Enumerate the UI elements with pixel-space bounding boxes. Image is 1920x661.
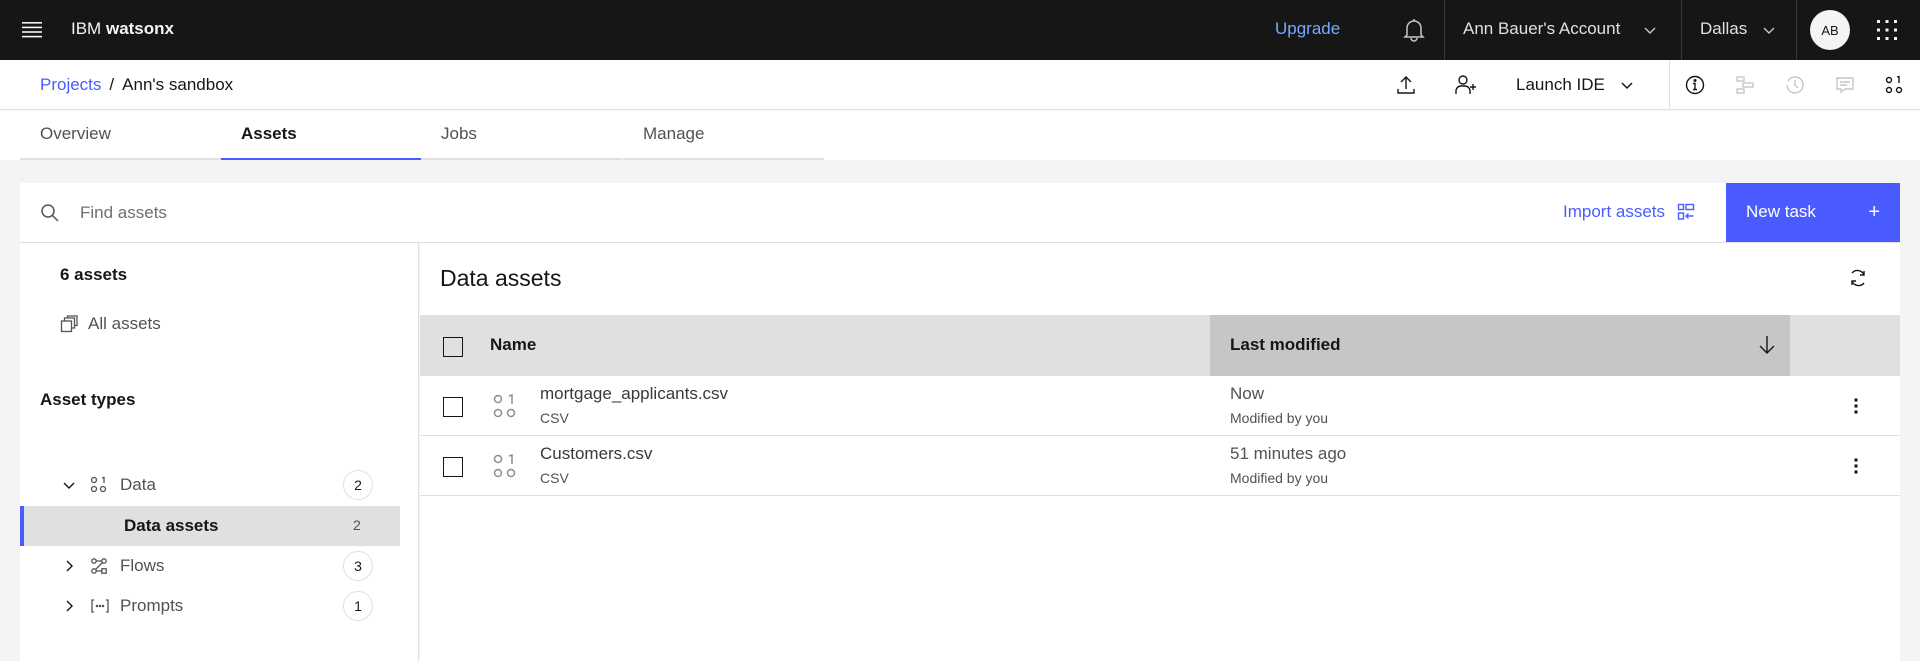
search-input[interactable] xyxy=(80,195,980,231)
modified-by: Modified by you xyxy=(1230,410,1329,426)
breadcrumb-separator: / xyxy=(109,75,115,94)
sort-descending-icon[interactable] xyxy=(1758,335,1776,355)
import-icon xyxy=(1677,203,1695,220)
tree-item-label: Prompts xyxy=(120,596,184,615)
tab-manage[interactable]: Manage xyxy=(623,111,824,160)
account-switcher[interactable]: Ann Bauer's Account xyxy=(1463,19,1620,39)
chevron-down-icon[interactable] xyxy=(1643,23,1657,37)
import-assets-label: Import assets xyxy=(1563,202,1666,221)
tree-item-label: Data xyxy=(120,475,156,494)
last-modified: Now xyxy=(1230,384,1265,403)
asset-name-link[interactable]: mortgage_applicants.csv xyxy=(540,384,728,404)
divider xyxy=(1669,60,1670,110)
count-badge: 1 xyxy=(343,591,373,621)
data-asset-icon xyxy=(493,393,516,418)
last-modified: 51 minutes ago xyxy=(1230,444,1347,463)
row-checkbox[interactable] xyxy=(443,397,463,417)
tab-jobs[interactable]: Jobs xyxy=(421,111,622,160)
count-badge: 3 xyxy=(343,551,373,581)
region-switcher[interactable]: Dallas xyxy=(1700,19,1747,39)
data-icon xyxy=(90,476,107,493)
avatar[interactable]: AB xyxy=(1810,10,1850,50)
product-logo[interactable]: IBM watsonx xyxy=(71,19,174,39)
column-header-label: Last modified xyxy=(1230,335,1341,354)
asset-search-bar: Import assets New task + xyxy=(20,183,1900,243)
divider xyxy=(1681,0,1682,60)
tree-item-label: Data assets xyxy=(124,516,219,535)
overflow-menu-icon[interactable] xyxy=(1846,396,1866,416)
launch-ide-dropdown[interactable]: Launch IDE xyxy=(1516,75,1605,95)
divider xyxy=(1444,0,1445,60)
table-row[interactable]: Customers.csv CSV 51 minutes ago Modifie… xyxy=(420,436,1900,496)
top-navigation-bar: IBM watsonx Upgrade Ann Bauer's Account … xyxy=(0,0,1920,60)
asset-count: 6 assets xyxy=(60,265,128,284)
chevron-down-icon[interactable] xyxy=(1762,23,1776,37)
overflow-menu-icon[interactable] xyxy=(1846,456,1866,476)
add-collaborator-icon[interactable] xyxy=(1454,73,1478,97)
notifications-bell-icon[interactable] xyxy=(1399,15,1429,45)
count-badge: 2 xyxy=(343,470,373,500)
brand-name: watsonx xyxy=(105,19,174,38)
table-header: Name Last modified xyxy=(420,315,1900,376)
flows-icon xyxy=(91,558,107,574)
tab-assets[interactable]: Assets xyxy=(221,111,421,160)
asset-name-link[interactable]: Customers.csv xyxy=(540,444,652,464)
project-header: Projects / Ann's sandbox Launch IDE xyxy=(0,60,1920,110)
data-lineage-icon[interactable] xyxy=(1882,73,1906,97)
refresh-icon[interactable] xyxy=(1848,268,1868,288)
data-assets-panel: Data assets Name Last modified mortgage_… xyxy=(420,243,1900,661)
column-header-last-modified[interactable]: Last modified xyxy=(1210,315,1790,376)
tab-bar: Overview Assets Jobs Manage xyxy=(0,111,1920,160)
asset-types-heading: Asset types xyxy=(40,390,136,409)
breadcrumb-projects-link[interactable]: Projects xyxy=(40,75,101,94)
tab-overview[interactable]: Overview xyxy=(20,111,221,160)
copy-stack-icon xyxy=(60,315,78,333)
data-asset-icon xyxy=(493,453,516,478)
breadcrumb-current: Ann's sandbox xyxy=(122,75,234,94)
modified-by: Modified by you xyxy=(1230,470,1329,486)
panel-title: Data assets xyxy=(440,265,562,291)
asset-type: CSV xyxy=(540,470,569,486)
all-assets-link[interactable]: All assets xyxy=(60,314,161,334)
column-header-name[interactable]: Name xyxy=(490,335,536,355)
tree-item-label: Flows xyxy=(120,556,165,575)
brand-prefix: IBM xyxy=(71,19,102,38)
select-all-checkbox[interactable] xyxy=(443,337,463,357)
region-name: Dallas xyxy=(1700,19,1748,38)
table-row[interactable]: mortgage_applicants.csv CSV Now Modified… xyxy=(420,376,1900,436)
prompts-icon xyxy=(91,599,109,613)
search-icon xyxy=(40,203,60,223)
all-assets-label: All assets xyxy=(88,314,161,333)
breadcrumb: Projects / Ann's sandbox xyxy=(40,75,233,95)
app-switcher-icon[interactable] xyxy=(1875,18,1899,42)
chevron-right-icon[interactable] xyxy=(62,559,76,573)
add-icon: + xyxy=(1868,201,1880,223)
info-icon[interactable] xyxy=(1683,73,1707,97)
chevron-right-icon[interactable] xyxy=(62,599,76,613)
account-name: Ann Bauer's Account xyxy=(1463,19,1621,38)
chevron-down-icon[interactable] xyxy=(62,478,76,492)
import-assets-button[interactable]: Import assets xyxy=(1563,202,1695,222)
history-icon[interactable] xyxy=(1783,73,1807,97)
tree-item-flows[interactable]: Flows 3 xyxy=(20,546,400,586)
new-task-label: New task xyxy=(1746,202,1816,221)
asset-type: CSV xyxy=(540,410,569,426)
upgrade-link[interactable]: Upgrade xyxy=(1275,19,1340,39)
upload-icon[interactable] xyxy=(1394,73,1418,97)
tree-item-data[interactable]: Data 2 xyxy=(20,465,400,505)
asset-filter-sidebar: 6 assets All assets Asset types Data 2 D… xyxy=(20,243,419,661)
hamburger-menu-icon[interactable] xyxy=(16,14,48,46)
tree-view-icon[interactable] xyxy=(1733,73,1757,97)
comments-icon[interactable] xyxy=(1833,73,1857,97)
new-task-button[interactable]: New task + xyxy=(1726,183,1900,242)
chevron-down-icon[interactable] xyxy=(1620,78,1634,92)
tree-item-data-assets[interactable]: Data assets 2 xyxy=(20,506,400,546)
divider xyxy=(1796,0,1797,60)
launch-ide-label: Launch IDE xyxy=(1516,75,1605,94)
row-checkbox[interactable] xyxy=(443,457,463,477)
tree-item-prompts[interactable]: Prompts 1 xyxy=(20,586,400,626)
count-label: 2 xyxy=(353,517,361,533)
